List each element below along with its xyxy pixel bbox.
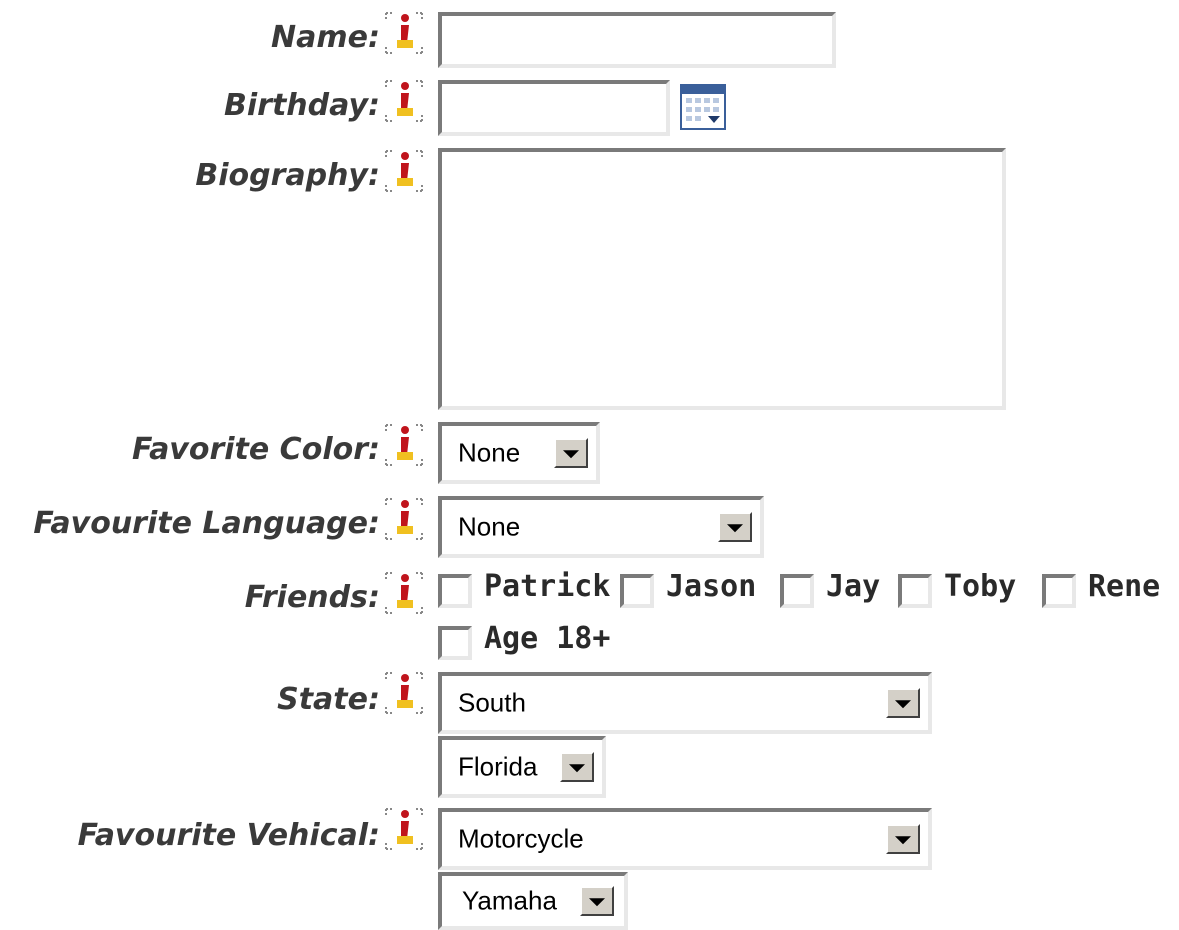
name-label: Name: (271, 20, 380, 55)
age-checkbox[interactable] (438, 626, 472, 660)
chevron-down-icon[interactable] (718, 512, 752, 542)
info-icon[interactable] (383, 10, 425, 56)
friend-label-patrick: Patrick (484, 569, 611, 604)
chevron-down-icon[interactable] (580, 886, 614, 916)
calendar-icon[interactable] (680, 84, 726, 130)
chevron-down-icon[interactable] (554, 438, 588, 468)
chevron-down-icon[interactable] (560, 752, 594, 782)
info-icon[interactable] (383, 496, 425, 542)
info-icon[interactable] (383, 422, 425, 468)
friend-label-rene: Rene (1088, 569, 1161, 604)
state-region-select[interactable]: South (438, 672, 932, 734)
friends-label: Friends: (244, 580, 380, 615)
state-value: Florida (458, 751, 538, 782)
age-label: Age 18+ (484, 621, 611, 656)
vehical-type-select[interactable]: Motorcycle (438, 808, 932, 870)
favourite-vehical-label: Favourite Vehical: (77, 818, 380, 853)
favourite-language-value: None (458, 511, 521, 542)
friend-checkbox-jay[interactable] (780, 574, 814, 608)
friend-checkbox-patrick[interactable] (438, 574, 472, 608)
birthday-input[interactable] (438, 80, 670, 136)
friend-label-jason: Jason (666, 569, 757, 604)
favorite-color-select[interactable]: None (438, 422, 600, 484)
biography-textarea[interactable] (438, 148, 1006, 410)
friend-label-toby: Toby (944, 569, 1017, 604)
birthday-label: Birthday: (224, 88, 380, 123)
friend-checkbox-toby[interactable] (898, 574, 932, 608)
chevron-down-icon[interactable] (886, 688, 920, 718)
friend-label-jay: Jay (826, 569, 881, 604)
info-icon[interactable] (383, 148, 425, 194)
vehical-type-value: Motorcycle (458, 823, 584, 854)
chevron-down-icon[interactable] (886, 824, 920, 854)
name-input[interactable] (438, 12, 836, 68)
info-icon[interactable] (383, 806, 425, 852)
info-icon[interactable] (383, 78, 425, 124)
favourite-language-label: Favourite Language: (33, 506, 380, 541)
friend-checkbox-rene[interactable] (1042, 574, 1076, 608)
info-icon[interactable] (383, 670, 425, 716)
state-region-value: South (458, 687, 526, 718)
favorite-color-value: None (458, 437, 521, 468)
friend-checkbox-jason[interactable] (620, 574, 654, 608)
state-label: State: (277, 682, 380, 717)
vehical-make-select[interactable]: Yamaha (438, 872, 628, 930)
favorite-color-label: Favorite Color: (132, 432, 380, 467)
favourite-language-select[interactable]: None (438, 496, 764, 558)
vehical-make-value: Yamaha (462, 885, 557, 916)
biography-label: Biography: (195, 158, 380, 193)
state-select[interactable]: Florida (438, 736, 606, 798)
info-icon[interactable] (383, 570, 425, 616)
